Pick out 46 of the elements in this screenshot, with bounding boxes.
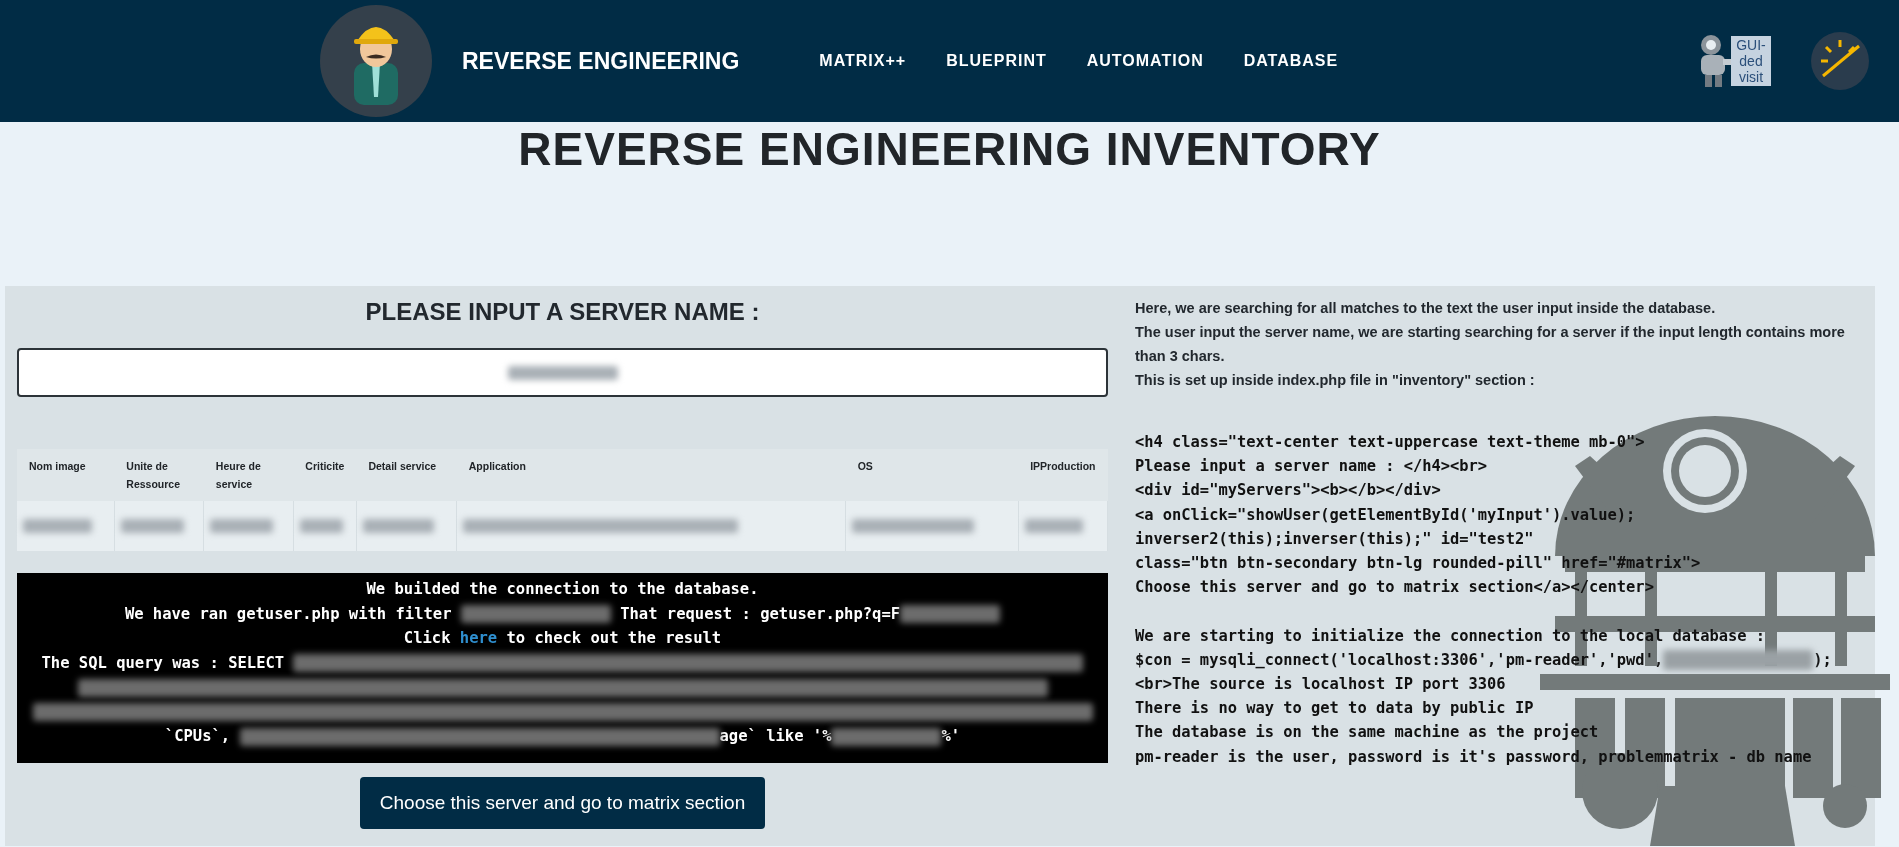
description-text: The user input the server name, we are starting searching for a server if the input length contains more than 3 chars. (1135, 323, 1846, 366)
column-header: Criticite (293, 449, 357, 501)
column-header: Unite de Ressource (114, 449, 204, 501)
code-text: <a onClick="showUser(getElementById('myInput').value); (1135, 505, 1636, 524)
sun-moon-icon[interactable] (1811, 32, 1869, 90)
description-text: This is set up inside index.php file in "inventory" section : (1135, 371, 1536, 390)
column-header: IPProduction (1018, 449, 1108, 501)
code-text: ); (1813, 650, 1832, 669)
column-header: OS (845, 449, 1019, 501)
code-text: `CPUs`, (164, 727, 232, 745)
column-header: Nom image (17, 449, 115, 501)
nav-link[interactable]: AUTOMATION (1086, 49, 1204, 73)
page-title: REVERSE ENGINEERING INVENTORY (517, 126, 1382, 172)
code-text: Please input a server name : </h4><br> (1135, 457, 1488, 476)
code-text: We have ran getuser.php with filter (124, 604, 453, 623)
nav-link[interactable]: DATABASE (1243, 49, 1339, 73)
code-text: The database is on the same machine as the project (1135, 723, 1599, 742)
code-text: There is no way to get to data by public IP (1135, 699, 1534, 718)
server-name-input[interactable] (17, 348, 1108, 397)
guided-visit-button[interactable]: GUI-ded visit (1697, 33, 1771, 89)
table-cell (293, 501, 357, 551)
column-header: Heure de service (203, 449, 294, 501)
description-text: Here, we are searching for all matches to the text the user input inside the database. (1135, 299, 1717, 318)
code-text: %' (941, 727, 961, 745)
code-text: <div id="myServers"><b></b></div> (1135, 481, 1441, 500)
code-text: The SQL query was : SELECT (41, 653, 286, 672)
column-header: Application (456, 449, 846, 501)
brand-name[interactable]: REVERSE ENGINEERING (462, 43, 740, 79)
code-text: $con = mysqli_connect('localhost:3306','pm-reader','pwd', (1135, 650, 1664, 669)
code-text: We builded the connection to the database. (366, 580, 759, 598)
avatar-icon (320, 5, 432, 117)
code-text: age` like '% (719, 727, 832, 745)
code-text: to check out the result (505, 629, 722, 647)
choose-server-button[interactable]: Choose this server and go to matrix section (359, 776, 766, 829)
code-text: <br>The source is localhost IP port 3306 (1135, 675, 1506, 694)
code-text: <h4 class="text-center text-uppercase text-theme mb-0"> (1135, 433, 1645, 451)
code-text: inverser2(this);inverser(this);" id="test2" (1135, 529, 1534, 548)
result-link[interactable]: here (459, 629, 498, 647)
nav-link[interactable]: BLUEPRINT (946, 49, 1047, 73)
code-text: We are starting to initialize the connection to the local database : (1135, 626, 1766, 645)
code-text: Choose this server and go to matrix section</a></center> (1135, 578, 1654, 597)
nav-link[interactable]: MATRIX++ (819, 49, 907, 73)
column-header: Detail service (356, 449, 457, 501)
code-text: That request : getuser.php?q=F (619, 604, 901, 623)
code-text: Click (403, 629, 452, 647)
section-title: PLEASE INPUT A SERVER NAME : (364, 297, 761, 327)
